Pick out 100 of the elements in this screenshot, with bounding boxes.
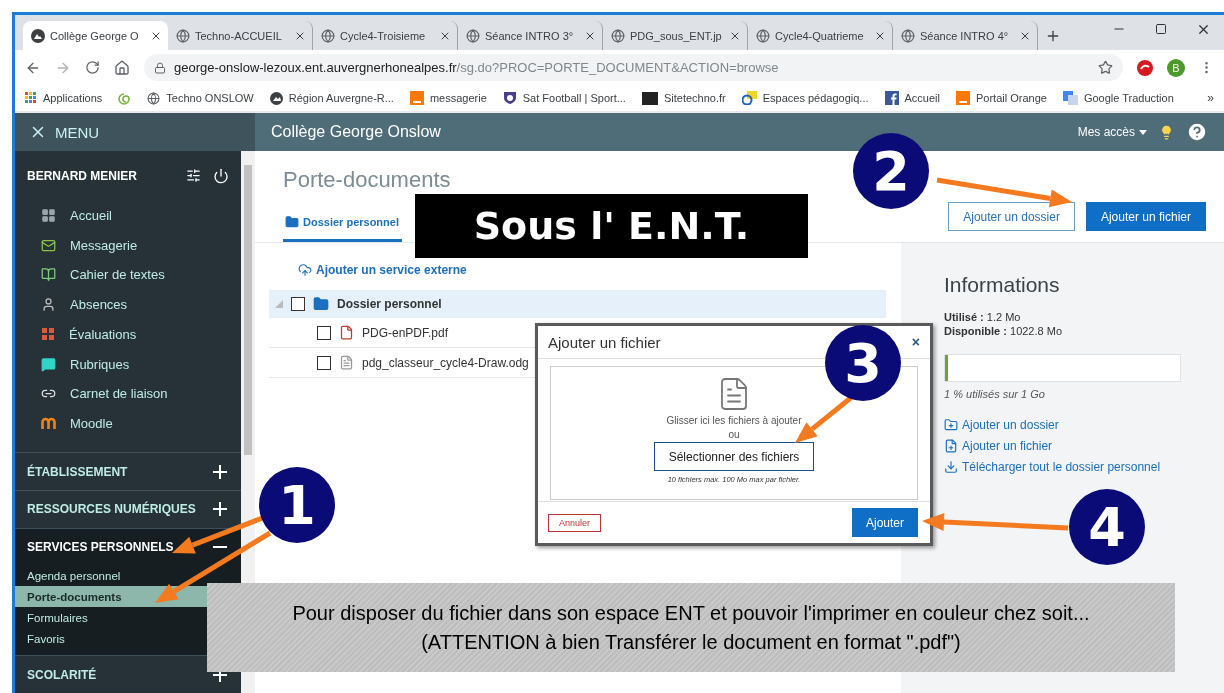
- page-title: Porte-documents: [283, 167, 451, 193]
- more-bookmarks[interactable]: »: [1207, 91, 1214, 105]
- info-link[interactable]: Ajouter un dossier: [944, 414, 1204, 435]
- free-space: Disponible : 1022.8 Mo: [944, 325, 1063, 337]
- bookmark[interactable]: Sitetechno.fr: [641, 91, 726, 105]
- file-name: PDG-enPDF.pdf: [362, 325, 449, 340]
- bookmark[interactable]: Google Traduction: [1062, 91, 1174, 105]
- facebook-icon: [884, 91, 899, 105]
- globe-icon: [611, 28, 625, 43]
- bookmark[interactable]: Espaces pédagogiq...: [741, 91, 869, 105]
- step-number-marker: 2: [853, 133, 929, 209]
- access-menu[interactable]: Mes accès: [1077, 125, 1147, 139]
- browser-tab[interactable]: Collège George O: [23, 21, 168, 50]
- star-icon: [1098, 60, 1113, 75]
- submenu-item[interactable]: Porte-documents: [15, 586, 207, 608]
- globe-icon: [176, 28, 190, 43]
- notebook-icon: [41, 267, 56, 283]
- download-icon: [944, 459, 958, 474]
- submenu-item[interactable]: Agenda personnel: [15, 565, 207, 587]
- step-number-marker: 1: [259, 467, 335, 543]
- usage-text: 1 % utilisés sur 1 Go: [944, 388, 1046, 400]
- reload-icon: [85, 60, 100, 75]
- address-field[interactable]: george-onslow-lezoux.ent.auvergnerhonealpes.fr/sg.do?PROC=PORTE_DOCUMENT&ACTION=browse: [144, 54, 1123, 81]
- plus-icon: [213, 502, 227, 517]
- menu-label: MENU: [55, 123, 100, 141]
- grade-fraction-icon: [41, 326, 55, 343]
- nav-item[interactable]: Messagerie: [15, 230, 241, 261]
- info-link[interactable]: Télécharger tout le dossier personnel: [944, 456, 1204, 477]
- chat-bubble-icon: [41, 356, 56, 372]
- scrollbar-thumb[interactable]: [244, 165, 252, 455]
- nav-item[interactable]: Évaluations: [15, 319, 241, 350]
- nav-item[interactable]: Moodle: [15, 408, 241, 439]
- square-logo-icon: [409, 91, 424, 105]
- nav-item[interactable]: Accueil: [15, 200, 241, 231]
- user-name: BERNARD MENIER: [27, 168, 138, 183]
- lightbulb-icon: [1159, 124, 1174, 140]
- nav-item[interactable]: Absences: [15, 289, 241, 320]
- folder-tab[interactable]: Dossier personnel: [283, 215, 402, 242]
- minus-icon: [213, 546, 227, 548]
- info-title: Informations: [944, 273, 1061, 297]
- bookmark[interactable]: Accueil: [884, 91, 940, 105]
- mountain-logo-icon: [269, 91, 283, 105]
- caption-text: Pour disposer du fichier dans son espace ENT et pouvoir l'imprimer en couleur chez soit...: [292, 601, 1090, 625]
- power-icon: [213, 167, 229, 184]
- document-file-icon: [339, 355, 354, 370]
- bookmark[interactable]: Techno ONSLOW: [147, 91, 254, 105]
- globe-icon: [147, 91, 161, 105]
- plus-icon: [213, 464, 227, 479]
- bookmark[interactable]: Portail Orange: [955, 91, 1047, 105]
- pdf-file-icon: [339, 325, 354, 340]
- square-logo-icon: [955, 91, 970, 105]
- bookmark[interactable]: [118, 91, 132, 105]
- bookmark[interactable]: Applications: [25, 92, 103, 104]
- envelope-icon: [41, 237, 56, 253]
- add-button[interactable]: Ajouter un fichier: [1085, 202, 1206, 231]
- crest-icon: [502, 91, 517, 105]
- globe-icon: [756, 28, 770, 43]
- lock-icon: [154, 61, 166, 74]
- globe-icon: [321, 28, 335, 43]
- site-logo-icon: [31, 28, 45, 43]
- close-button[interactable]: ×: [911, 334, 920, 350]
- grid-icon: [41, 207, 56, 223]
- profile-avatar[interactable]: B: [1167, 58, 1185, 77]
- folder-row[interactable]: Dossier personnel: [269, 290, 886, 318]
- caption-text: (ATTENTION à bien Transférer le document en format ".pdf"): [421, 630, 961, 654]
- swirl-icon: [118, 91, 132, 105]
- folder-icon: [285, 215, 299, 229]
- file-name: pdg_classeur_cycle4-Draw.odg: [362, 355, 529, 370]
- dialog-title: Ajouter un fichier: [548, 333, 661, 351]
- add-button[interactable]: Ajouter un dossier: [948, 202, 1075, 231]
- checkbox[interactable]: [291, 297, 305, 311]
- folder-icon: [313, 296, 329, 312]
- add-service-link[interactable]: Ajouter un service externe: [269, 261, 467, 279]
- submit-button[interactable]: Ajouter: [851, 508, 918, 537]
- checkbox[interactable]: [317, 355, 331, 370]
- submenu-item[interactable]: Formulaires: [15, 607, 207, 629]
- globe-icon: [901, 28, 915, 43]
- e-logo-icon: [741, 91, 757, 105]
- nav-item[interactable]: Carnet de liaison: [15, 378, 241, 409]
- info-link[interactable]: Ajouter un fichier: [944, 435, 1204, 456]
- translate-icon: [1062, 91, 1078, 105]
- cancel-button[interactable]: Annuler: [548, 513, 602, 532]
- folder-plus-icon: [944, 417, 958, 432]
- submenu-item[interactable]: Favoris: [15, 628, 207, 650]
- bookmark[interactable]: Sat Football | Sport...: [502, 91, 626, 105]
- checkbox[interactable]: [317, 325, 331, 340]
- caret-icon: [1139, 129, 1147, 135]
- globe-icon: [466, 28, 480, 43]
- bookmark[interactable]: Région Auvergne-R...: [269, 91, 394, 105]
- bookmark[interactable]: messagerie: [409, 91, 487, 105]
- nav-item[interactable]: Cahier de textes: [15, 260, 241, 290]
- apps-grid-icon: [25, 92, 37, 104]
- menu-bar[interactable]: MENU: [15, 113, 255, 151]
- select-files-button[interactable]: Sélectionner des fichiers: [653, 442, 815, 471]
- nav-item[interactable]: Rubriques: [15, 349, 241, 379]
- drop-text: Glisser ici les fichiers à ajouter: [666, 415, 802, 426]
- site-title: Collège George Onslow: [271, 123, 441, 141]
- dark-square-icon: [641, 91, 658, 105]
- folder-name: Dossier personnel: [337, 297, 442, 311]
- moodle-logo-icon: [41, 417, 56, 431]
